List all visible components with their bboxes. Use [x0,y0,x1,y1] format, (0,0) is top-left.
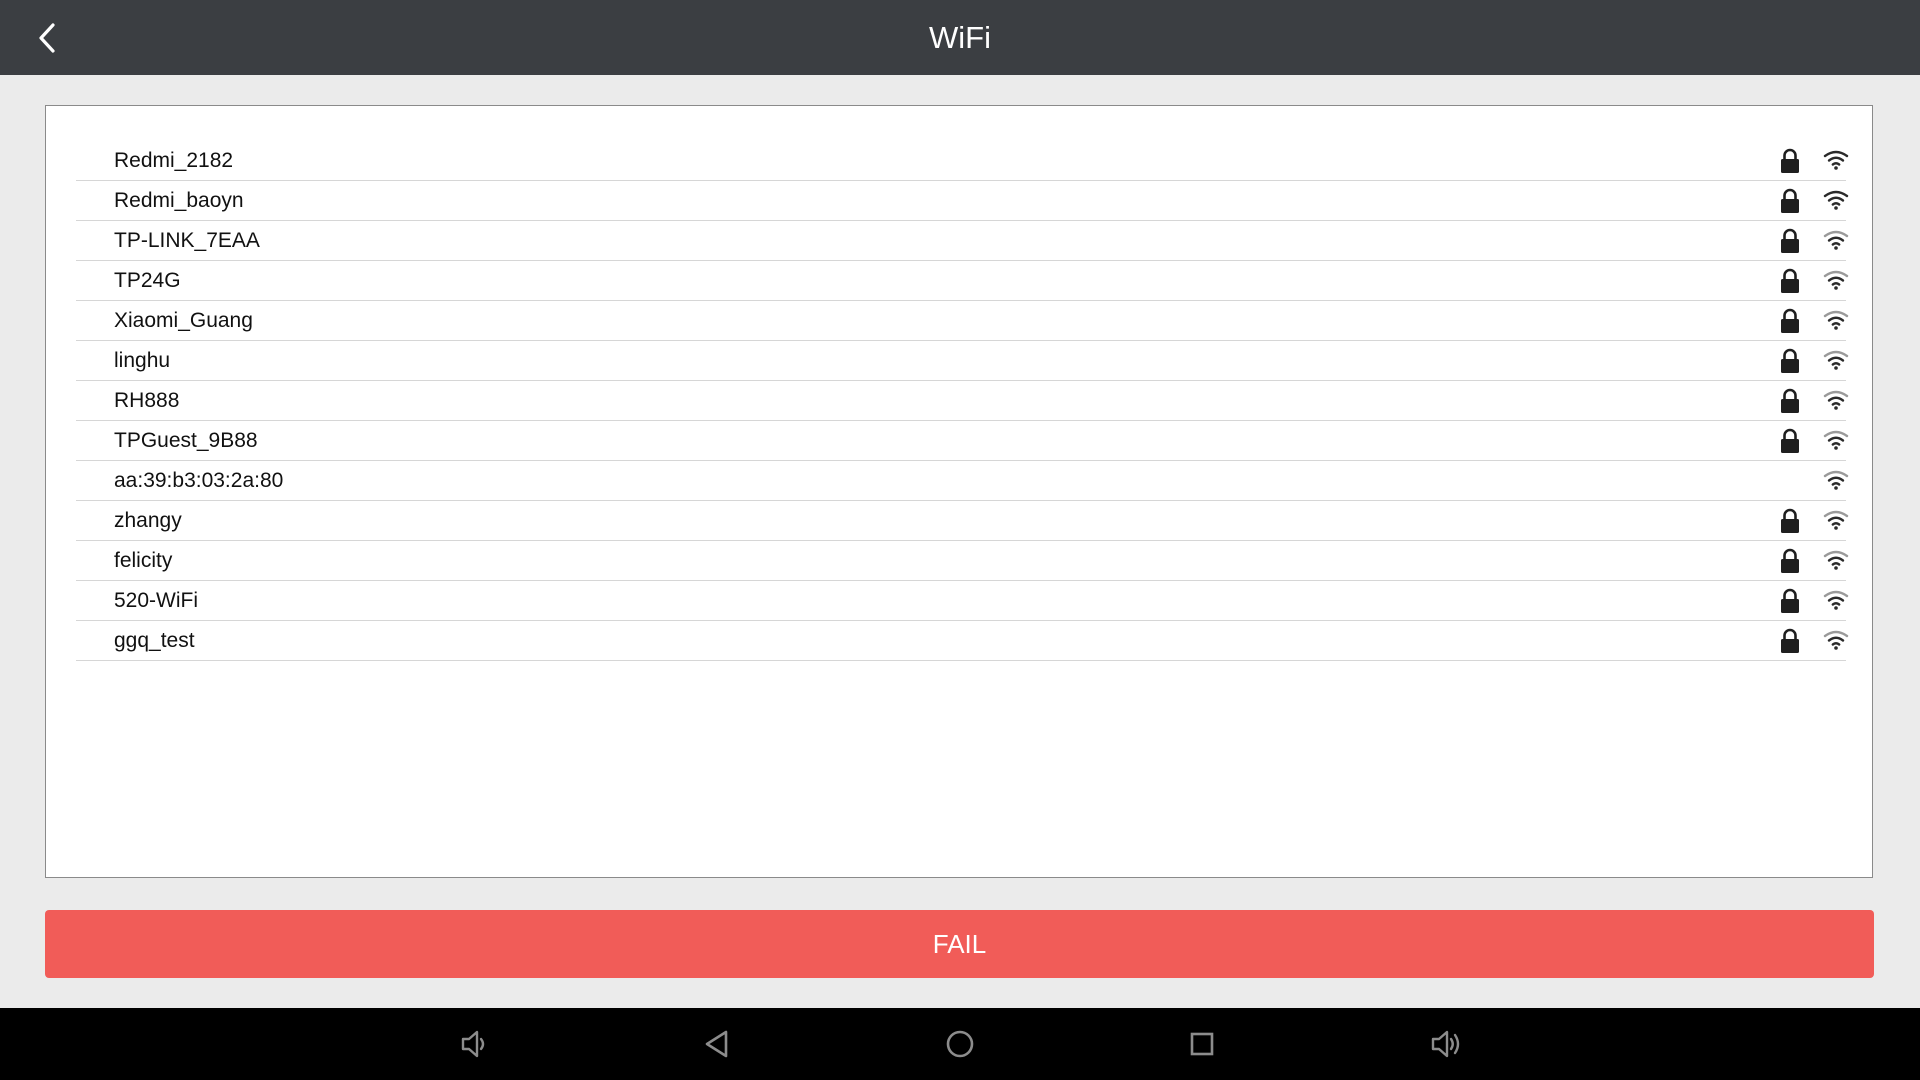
wifi-ssid: TP24G [114,269,181,292]
home-circle-icon [946,1030,974,1058]
wifi-network-row[interactable]: linghu [76,341,1849,381]
wifi-ssid: TP-LINK_7EAA [114,229,260,252]
wifi-network-row[interactable]: TP24G [76,261,1849,301]
lock-icon [1781,628,1799,653]
wifi-ssid: Redmi_baoyn [114,189,244,212]
wifi-network-row[interactable]: felicity [76,541,1849,581]
page-title: WiFi [929,20,991,55]
wifi-ssid: felicity [114,549,173,572]
wifi-ssid: ggq_test [114,629,195,652]
volume-up-button[interactable] [1424,1022,1468,1066]
wifi-signal-icon [1823,510,1849,530]
wifi-signal-icon [1823,270,1849,290]
wifi-signal-icon [1823,190,1849,210]
wifi-ssid: TPGuest_9B88 [114,429,258,452]
wifi-ssid: linghu [114,349,171,372]
wifi-network-row[interactable]: Xiaomi_Guang [76,301,1849,341]
wifi-signal-icon [1823,230,1849,250]
lock-icon [1781,228,1799,253]
lock-icon [1781,308,1799,333]
wifi-network-row[interactable]: Redmi_baoyn [76,181,1849,221]
nav-home-button[interactable] [938,1022,982,1066]
wifi-network-row[interactable]: TP-LINK_7EAA [76,221,1849,261]
wifi-ssid: Redmi_2182 [114,149,234,172]
wifi-network-row[interactable]: zhangy [76,501,1849,541]
wifi-network-row[interactable]: Redmi_2182 [76,141,1849,181]
wifi-ssid: aa:39:b3:03:2a:80 [114,469,284,492]
fail-button[interactable]: FAIL [45,910,1874,978]
wifi-signal-icon [1823,350,1849,370]
wifi-signal-icon [1823,470,1849,490]
recents-square-icon [1190,1032,1214,1056]
volume-up-icon [1431,1030,1460,1058]
wifi-ssid: Xiaomi_Guang [114,309,253,332]
wifi-signal-icon [1823,590,1849,610]
lock-icon [1781,388,1799,413]
wifi-network-row[interactable]: ggq_test [76,621,1849,661]
wifi-ssid: RH888 [114,389,180,412]
wifi-network-list: Redmi_2182 Redmi_baoyn TP-LINK_7EAA TP24G Xi… [76,141,1849,661]
volume-down-icon [461,1030,485,1058]
nav-back-button[interactable] [695,1022,739,1066]
lock-icon [1781,188,1799,213]
wifi-signal-icon [1823,630,1849,650]
wifi-signal-icon [1823,150,1849,170]
lock-icon [1781,148,1799,173]
lock-icon [1781,548,1799,573]
wifi-signal-icon [1823,550,1849,570]
wifi-signal-icon [1823,390,1849,410]
lock-icon [1781,428,1799,453]
wifi-signal-icon [1823,310,1849,330]
wifi-network-row[interactable]: RH888 [76,381,1849,421]
volume-down-button[interactable] [452,1022,496,1066]
wifi-network-row[interactable]: TPGuest_9B88 [76,421,1849,461]
back-triangle-icon [705,1030,728,1058]
wifi-network-row[interactable]: 520-WiFi [76,581,1849,621]
lock-icon [1781,508,1799,533]
wifi-signal-icon [1823,430,1849,450]
nav-recents-button[interactable] [1180,1022,1224,1066]
app-header: WiFi [0,0,1920,75]
system-navigation-bar [0,1008,1920,1080]
wifi-ssid: 520-WiFi [114,589,199,612]
wifi-network-row[interactable]: aa:39:b3:03:2a:80 [76,461,1849,501]
lock-icon [1781,588,1799,613]
wifi-ssid: zhangy [114,509,182,532]
lock-icon [1781,348,1799,373]
wifi-list-panel: Redmi_2182 Redmi_baoyn TP-LINK_7EAA TP24G Xi… [45,105,1873,878]
lock-icon [1781,268,1799,293]
